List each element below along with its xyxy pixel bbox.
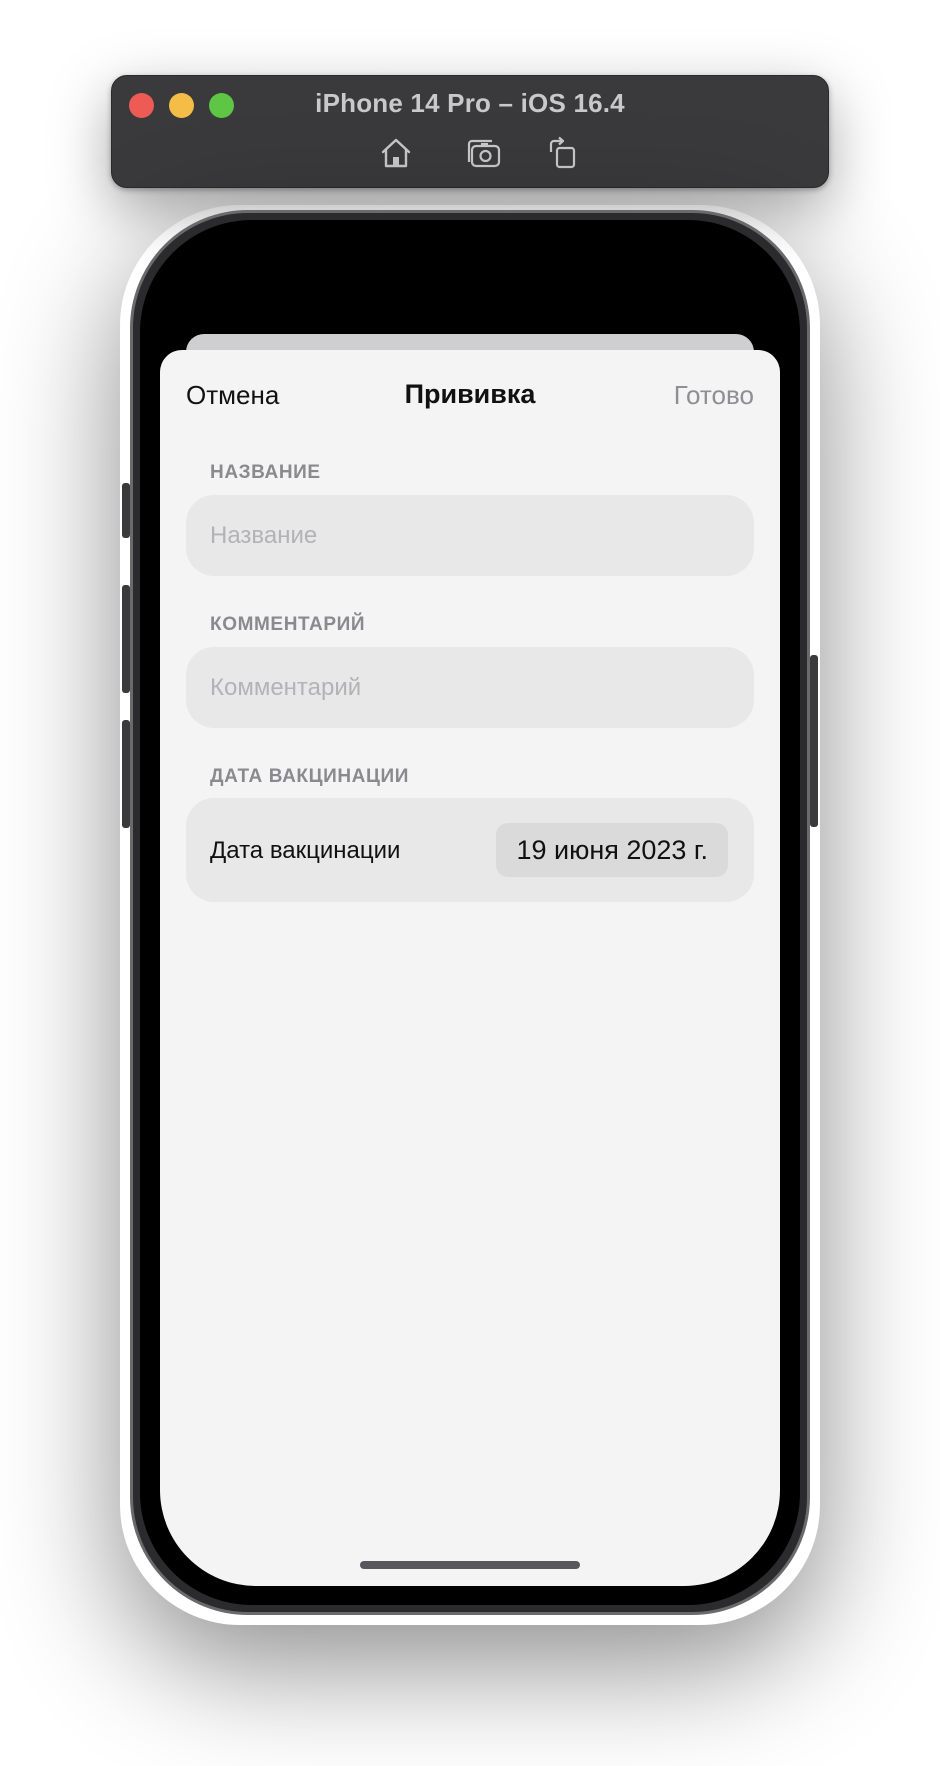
name-field[interactable] [210, 495, 730, 576]
rotate-icon[interactable] [545, 136, 581, 170]
comment-field[interactable] [210, 647, 730, 728]
navigation-bar: Отмена Прививка Готово [160, 350, 780, 440]
done-button[interactable]: Готово [674, 380, 754, 411]
simulator-title: iPhone 14 Pro – iOS 16.4 [315, 88, 625, 118]
home-icon[interactable] [378, 136, 414, 170]
vaccination-sheet: Отмена Прививка Готово НАЗВАНИЕ КОММЕНТА… [160, 350, 780, 1586]
silent-switch [122, 483, 130, 538]
comment-field-container [186, 647, 754, 728]
simulator-toolbar [112, 136, 828, 170]
home-indicator[interactable] [360, 1561, 580, 1569]
volume-up-button [122, 585, 130, 693]
screenshot-icon[interactable] [466, 136, 502, 170]
volume-down-button [122, 720, 130, 828]
date-picker-button[interactable]: 19 июня 2023 г. [496, 823, 728, 877]
date-label: Дата вакцинации [210, 837, 401, 864]
stage: iPhone 14 Pro – iOS 16.4 Отмена Прививка… [0, 0, 940, 1766]
simulator-title-bar: iPhone 14 Pro – iOS 16.4 [111, 75, 829, 188]
date-row: Дата вакцинации 19 июня 2023 г. [186, 798, 754, 902]
name-field-container [186, 495, 754, 576]
name-section-header: НАЗВАНИЕ [210, 462, 321, 483]
comment-section-header: КОММЕНТАРИЙ [210, 614, 366, 635]
power-button [810, 655, 818, 827]
date-section-header: ДАТА ВАКЦИНАЦИИ [210, 766, 409, 787]
